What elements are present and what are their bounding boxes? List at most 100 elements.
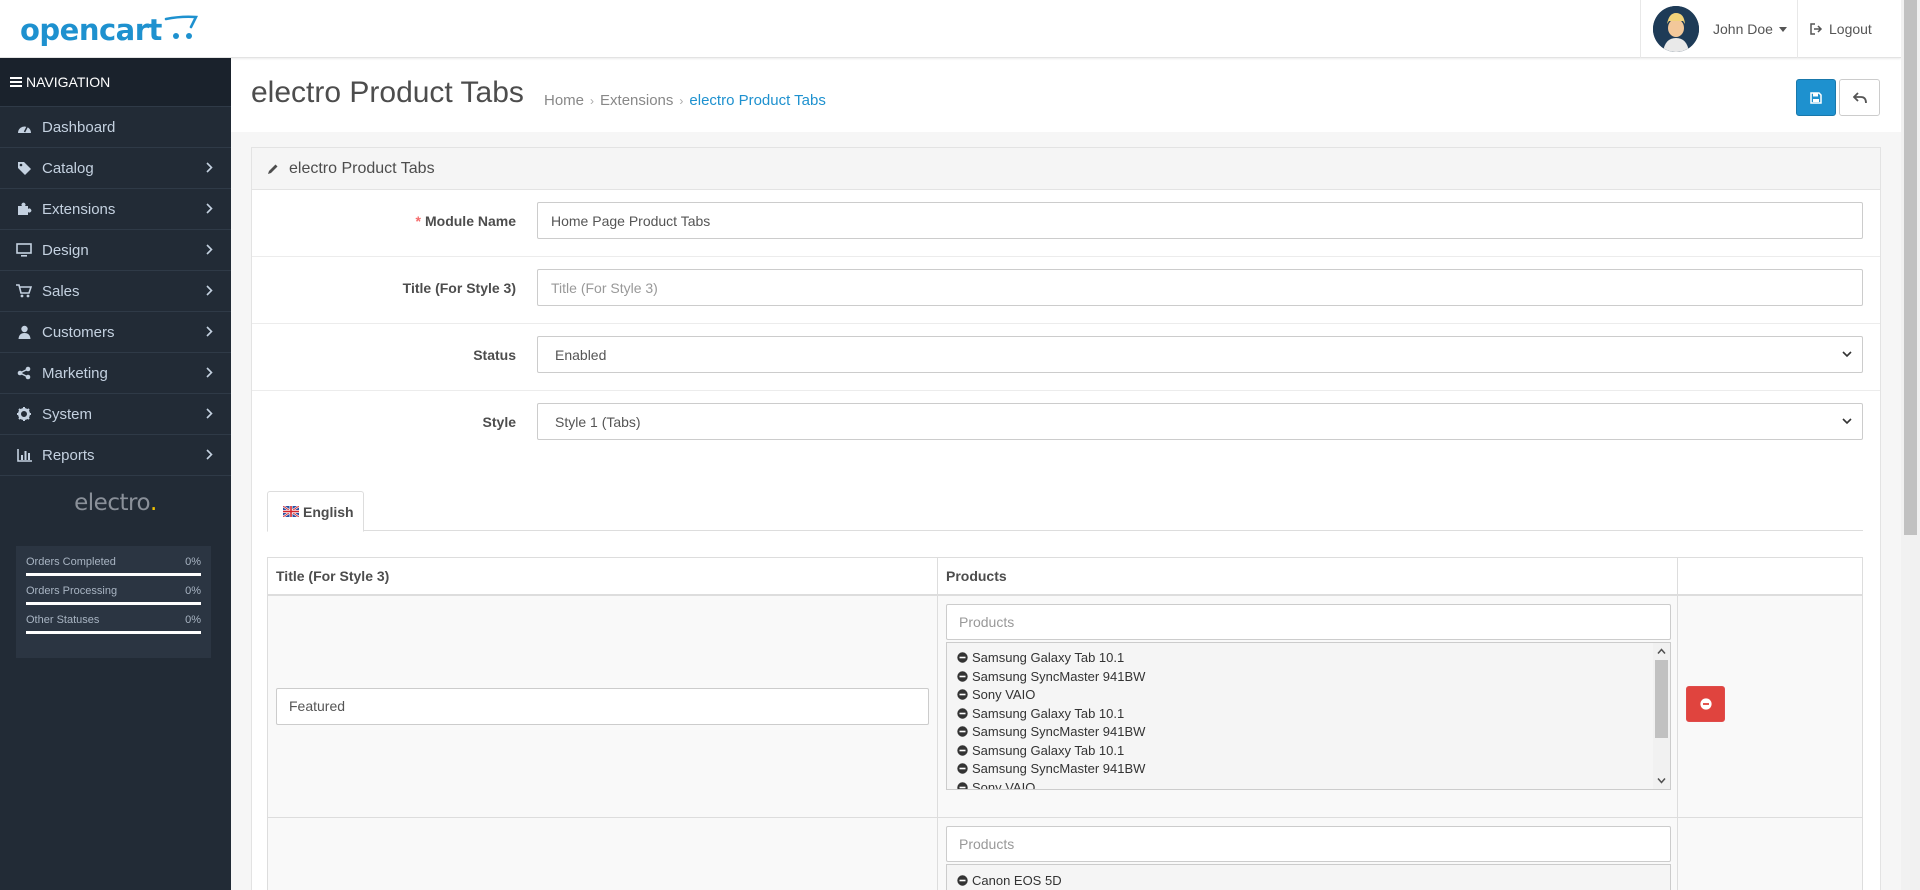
products-list-scroll-thumb[interactable] <box>1654 659 1668 738</box>
minus-circle-icon[interactable] <box>957 782 968 790</box>
status-select[interactable]: Enabled <box>537 336 1863 373</box>
cart-logo-icon <box>164 15 198 39</box>
chevron-right-icon <box>206 449 213 460</box>
breadcrumb-separator: › <box>679 94 684 108</box>
products-list[interactable]: Samsung Galaxy Tab 10.1 Samsung SyncMast… <box>945 641 1671 790</box>
stat-orders-processing: Orders Processing 0% <box>26 585 201 605</box>
breadcrumb-extensions[interactable]: Extensions <box>600 92 673 110</box>
list-item[interactable]: Sony VAIO <box>957 778 1670 790</box>
stat-label: Orders Completed <box>26 556 116 568</box>
products-list[interactable]: Canon EOS 5D <box>945 864 1671 890</box>
tab-title-cell <box>267 817 938 890</box>
minus-circle-icon[interactable] <box>957 671 968 682</box>
tab-title-cell <box>267 594 938 818</box>
scroll-up-arrow-icon[interactable] <box>1657 647 1666 656</box>
top-header: opencart John Doe Logout <box>0 0 1901 58</box>
sidebar-item-catalog[interactable]: Catalog <box>0 148 231 189</box>
sidebar-item-system[interactable]: System <box>0 394 231 435</box>
product-tabs-table: Title (For Style 3) Products Samsung Gal… <box>267 557 1863 890</box>
tab-english[interactable]: English <box>267 491 364 532</box>
list-item[interactable]: Samsung SyncMaster 941BW <box>957 760 1670 779</box>
minus-circle-icon[interactable] <box>957 708 968 719</box>
electro-logo: electro. <box>0 482 231 524</box>
save-button[interactable] <box>1796 79 1836 116</box>
module-name-input[interactable] <box>537 202 1863 239</box>
logout-label: Logout <box>1829 21 1872 37</box>
back-button[interactable] <box>1839 79 1880 116</box>
sidebar-item-label: Sales <box>42 282 80 300</box>
chevron-right-icon <box>206 326 213 337</box>
sidebar-item-extensions[interactable]: Extensions <box>0 189 231 230</box>
minus-circle-icon[interactable] <box>957 763 968 774</box>
sidebar-item-design[interactable]: Design <box>0 230 231 271</box>
product-name: Samsung SyncMaster 941BW <box>971 724 1146 740</box>
product-name: Canon EOS 5D <box>971 872 1062 888</box>
minus-circle-icon <box>1700 697 1712 710</box>
logout-link[interactable]: Logout <box>1810 0 1872 58</box>
stat-orders-completed: Orders Completed 0% <box>26 556 201 576</box>
stat-label: Other Statuses <box>26 614 100 626</box>
scroll-down-arrow-icon[interactable] <box>1657 776 1666 785</box>
sidebar-item-marketing[interactable]: Marketing <box>0 353 231 394</box>
breadcrumb-current[interactable]: electro Product Tabs <box>689 92 825 110</box>
uk-flag-icon <box>283 506 299 517</box>
sidebar-item-customers[interactable]: Customers <box>0 312 231 353</box>
products-list-scrollbar[interactable] <box>1652 642 1670 789</box>
sidebar-item-label: Design <box>42 241 89 259</box>
breadcrumb: Home › Extensions › electro Product Tabs <box>544 92 826 110</box>
bar-chart-icon <box>16 447 32 463</box>
remove-tab-button[interactable] <box>1686 685 1726 722</box>
minus-circle-icon[interactable] <box>957 745 968 756</box>
minus-circle-icon[interactable] <box>957 875 968 886</box>
breadcrumb-home[interactable]: Home <box>544 92 584 110</box>
products-autocomplete-input[interactable] <box>945 603 1671 640</box>
chevron-right-icon <box>206 203 213 214</box>
user-menu[interactable]: John Doe <box>1640 0 1798 58</box>
list-item[interactable]: Sony VAIO <box>957 686 1670 705</box>
sidebar-item-dashboard[interactable]: Dashboard <box>0 107 231 148</box>
style-select[interactable]: Style 1 (Tabs) <box>537 403 1863 440</box>
stat-progress-bar <box>26 631 201 634</box>
sidebar-item-reports[interactable]: Reports <box>0 435 231 476</box>
sidebar-item-label: Dashboard <box>42 118 116 136</box>
title-style3-input[interactable] <box>537 269 1863 306</box>
table-header-row: Title (For Style 3) Products <box>267 557 1863 596</box>
tab-title-input[interactable] <box>276 687 929 725</box>
puzzle-icon <box>16 201 32 217</box>
status-label: Status <box>473 347 516 363</box>
panel-heading-label: electro Product Tabs <box>289 159 435 177</box>
page-scrollbar[interactable] <box>1901 0 1920 890</box>
products-autocomplete-input[interactable] <box>945 826 1671 862</box>
chevron-right-icon <box>206 408 213 419</box>
sidebar: NAVIGATION Dashboard Catalog Extensions … <box>0 58 231 890</box>
minus-circle-icon[interactable] <box>957 689 968 700</box>
tab-action-cell <box>1677 594 1863 818</box>
product-name: Samsung Galaxy Tab 10.1 <box>971 705 1125 721</box>
list-item[interactable]: Samsung Galaxy Tab 10.1 <box>957 649 1670 668</box>
stat-progress-bar <box>26 602 201 605</box>
page-scroll-thumb[interactable] <box>1904 0 1917 535</box>
minus-circle-icon[interactable] <box>957 652 968 663</box>
sidebar-item-sales[interactable]: Sales <box>0 271 231 312</box>
column-header-products: Products <box>936 557 1679 596</box>
list-item[interactable]: Samsung SyncMaster 941BW <box>957 723 1670 742</box>
chevron-right-icon <box>206 367 213 378</box>
page-title: electro Product Tabs <box>251 76 524 109</box>
sidebar-item-label: Extensions <box>42 200 116 218</box>
opencart-logo[interactable]: opencart <box>20 12 198 48</box>
list-item[interactable]: Samsung SyncMaster 941BW <box>957 667 1670 686</box>
list-item[interactable]: Canon EOS 5D <box>957 871 1670 890</box>
caret-down-icon <box>1778 26 1787 32</box>
list-item[interactable]: Samsung Galaxy Tab 10.1 <box>957 704 1670 723</box>
user-name: John Doe <box>1713 21 1773 37</box>
list-item[interactable]: Samsung Galaxy Tab 10.1 <box>957 741 1670 760</box>
product-name: Samsung Galaxy Tab 10.1 <box>971 742 1125 758</box>
product-name: Sony VAIO <box>971 779 1036 790</box>
nav-heading[interactable]: NAVIGATION <box>0 58 231 107</box>
sidebar-item-label: System <box>42 405 93 423</box>
minus-circle-icon[interactable] <box>957 726 968 737</box>
chevron-right-icon <box>206 244 213 255</box>
module-name-label-text: Module Name <box>424 213 516 229</box>
hamburger-icon <box>10 77 22 87</box>
tab-english-label: English <box>303 503 354 520</box>
